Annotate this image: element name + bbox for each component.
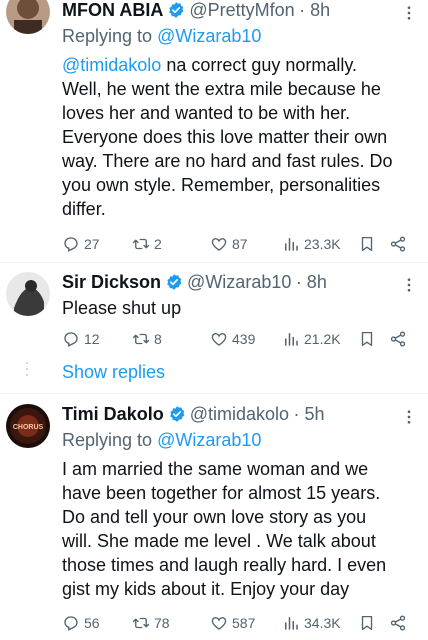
bookmark-icon: [358, 235, 376, 253]
reply-button[interactable]: 27: [62, 233, 100, 255]
tweet-text: I am married the same woman and we have …: [62, 459, 387, 599]
author-handle[interactable]: @timidakolo: [190, 404, 289, 424]
like-icon: [210, 330, 228, 348]
tweet-actions: 56 78 587 34.3K: [62, 612, 417, 634]
share-icon: [389, 330, 407, 348]
tweet-time[interactable]: · 8h: [299, 0, 330, 20]
avatar[interactable]: [6, 0, 50, 34]
replying-to: Replying to @Wizarab10: [62, 430, 262, 450]
bookmark-button[interactable]: [358, 328, 380, 350]
divider: [0, 262, 428, 263]
like-button[interactable]: 439: [210, 328, 255, 350]
tweet-time[interactable]: · 5h: [293, 404, 324, 424]
avatar[interactable]: CHORUS: [6, 404, 50, 448]
reply-icon: [62, 330, 80, 348]
more-icon[interactable]: [400, 408, 418, 426]
like-button[interactable]: 87: [210, 233, 248, 255]
verified-icon: [165, 273, 183, 291]
show-replies-link[interactable]: Show replies: [62, 362, 165, 383]
views-button[interactable]: 21.2K: [282, 328, 341, 350]
views-icon: [282, 614, 300, 632]
like-icon: [210, 235, 228, 253]
retweet-icon: [132, 235, 150, 253]
reply-icon: [62, 235, 80, 253]
bookmark-icon: [358, 614, 376, 632]
tweet-text: Please shut up: [62, 298, 182, 318]
more-icon[interactable]: [400, 276, 418, 294]
author-name[interactable]: Timi Dakolo: [62, 404, 164, 424]
mention-link[interactable]: @timidakolo: [62, 55, 161, 75]
bookmark-icon: [358, 330, 376, 348]
more-icon[interactable]: [400, 4, 418, 22]
share-button[interactable]: [389, 328, 411, 350]
retweet-icon: [132, 330, 150, 348]
author-handle[interactable]: @PrettyMfon: [189, 0, 294, 20]
author-name[interactable]: Sir Dickson: [62, 272, 161, 292]
tweet-text: @timidakolo na correct guy normally. Wel…: [62, 55, 393, 219]
retweet-button[interactable]: 2: [132, 233, 162, 255]
replying-to-link[interactable]: @Wizarab10: [157, 430, 261, 450]
retweet-button[interactable]: 8: [132, 328, 162, 350]
reply-icon: [62, 614, 80, 632]
bookmark-button[interactable]: [358, 233, 380, 255]
share-icon: [389, 614, 407, 632]
divider: [0, 393, 428, 394]
tweet-actions: 12 8 439 21.2K: [62, 328, 417, 350]
avatar-text: CHORUS: [13, 424, 44, 431]
views-icon: [282, 330, 300, 348]
author-name[interactable]: MFON ABIA: [62, 0, 163, 20]
replying-to: Replying to @Wizarab10: [62, 26, 262, 46]
tweet-time[interactable]: · 8h: [296, 272, 327, 292]
share-icon: [389, 235, 407, 253]
bookmark-button[interactable]: [358, 612, 380, 634]
retweet-icon: [132, 614, 150, 632]
verified-icon: [167, 1, 185, 19]
reply-button[interactable]: 12: [62, 328, 100, 350]
like-icon: [210, 614, 228, 632]
tweet-actions: 27 2 87 23.3K: [62, 233, 417, 255]
views-button[interactable]: 34.3K: [282, 612, 341, 634]
views-button[interactable]: 23.3K: [282, 233, 341, 255]
thread-dots: [26, 362, 28, 380]
like-button[interactable]: 587: [210, 612, 255, 634]
reply-button[interactable]: 56: [62, 612, 100, 634]
share-button[interactable]: [389, 612, 411, 634]
verified-icon: [168, 405, 186, 423]
author-handle[interactable]: @Wizarab10: [187, 272, 291, 292]
replying-to-link[interactable]: @Wizarab10: [157, 26, 261, 46]
views-icon: [282, 235, 300, 253]
share-button[interactable]: [389, 233, 411, 255]
avatar[interactable]: [6, 272, 50, 316]
retweet-button[interactable]: 78: [132, 612, 170, 634]
